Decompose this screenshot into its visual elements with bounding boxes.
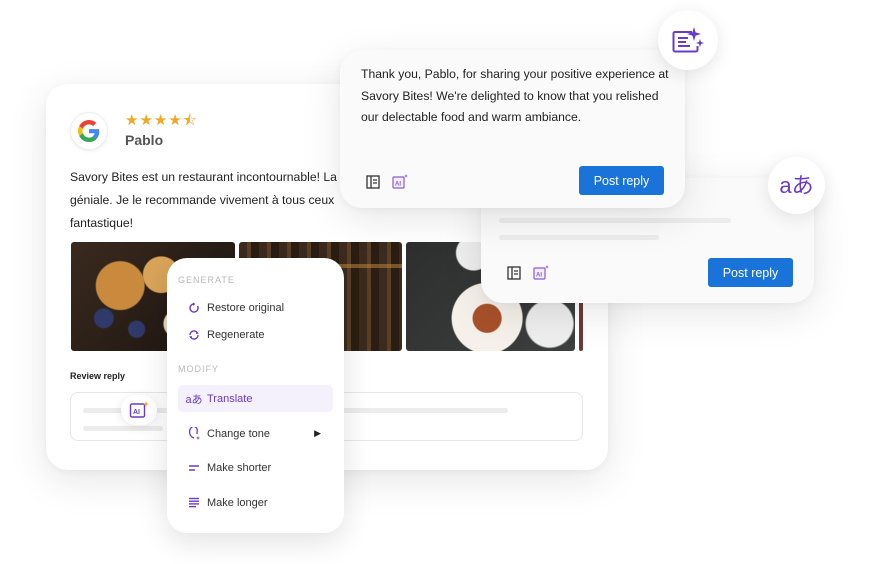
template-icon[interactable] <box>507 265 521 280</box>
menu-item-label: Restore original <box>207 301 285 314</box>
ai-icon: AI <box>129 401 149 418</box>
reply-tools: AI <box>366 174 408 189</box>
menu-item-regenerate[interactable]: Regenerate <box>178 321 333 348</box>
translate-glyph: aあ <box>185 393 203 406</box>
menu-item-label: Translate <box>207 392 253 405</box>
ai-icon[interactable]: AI <box>392 174 408 189</box>
svg-text:AI: AI <box>395 182 401 188</box>
menu-item-change-tone[interactable]: Change tone ▶ <box>178 420 333 447</box>
submenu-arrow-icon: ▶ <box>314 428 321 438</box>
regenerate-icon <box>185 329 203 341</box>
ai-actions-menu: GENERATE Restore original Regenerate MOD… <box>167 258 344 533</box>
generated-reply-text[interactable]: Thank you, Pablo, for sharing your posit… <box>361 64 671 129</box>
menu-section-generate: GENERATE <box>178 275 235 285</box>
ai-icon[interactable]: AI <box>533 265 549 280</box>
review-reply-label: Review reply <box>70 371 126 381</box>
reply-card-generated: Thank you, Pablo, for sharing your posit… <box>340 50 685 208</box>
svg-text:AI: AI <box>133 409 140 416</box>
review-text-line: Savory Bites est un restaurant incontour… <box>70 170 337 184</box>
translate-icon: aあ <box>779 172 814 198</box>
restore-icon <box>185 302 203 314</box>
translate-icon: aあ <box>185 391 203 407</box>
menu-item-label: Regenerate <box>207 328 265 341</box>
shorter-icon <box>185 464 203 472</box>
svg-text:AI: AI <box>536 273 542 279</box>
reviewer-name: Pablo <box>125 132 164 148</box>
ai-assist-button[interactable]: AI <box>121 395 157 425</box>
placeholder-line <box>499 218 731 223</box>
review-text: Savory Bites est un restaurant incontour… <box>70 166 360 235</box>
menu-item-restore-original[interactable]: Restore original <box>178 294 333 321</box>
post-reply-button[interactable]: Post reply <box>708 258 793 287</box>
tone-icon <box>185 426 203 441</box>
review-text-line: géniale. Je le recommande vivement à tou… <box>70 193 335 207</box>
menu-item-make-longer[interactable]: Make longer <box>178 489 333 516</box>
google-icon <box>70 112 108 150</box>
menu-item-label: Change tone <box>207 427 270 440</box>
translate-glyph: aあ <box>779 172 814 198</box>
template-icon[interactable] <box>366 174 380 189</box>
reply-tools: AI <box>507 265 549 280</box>
menu-section-modify: MODIFY <box>178 364 219 374</box>
ai-sparkle-text-icon <box>672 27 704 53</box>
placeholder-line <box>83 426 163 431</box>
menu-item-label: Make shorter <box>207 461 272 474</box>
review-text-line: fantastique! <box>70 216 134 230</box>
ai-generate-badge <box>658 10 718 70</box>
menu-item-translate[interactable]: aあ Translate <box>178 385 333 412</box>
post-reply-button[interactable]: Post reply <box>579 166 664 195</box>
menu-item-make-shorter[interactable]: Make shorter <box>178 454 333 481</box>
placeholder-line <box>499 235 659 240</box>
translate-badge: aあ <box>768 157 825 214</box>
menu-item-label: Make longer <box>207 496 268 509</box>
longer-icon <box>185 497 203 508</box>
